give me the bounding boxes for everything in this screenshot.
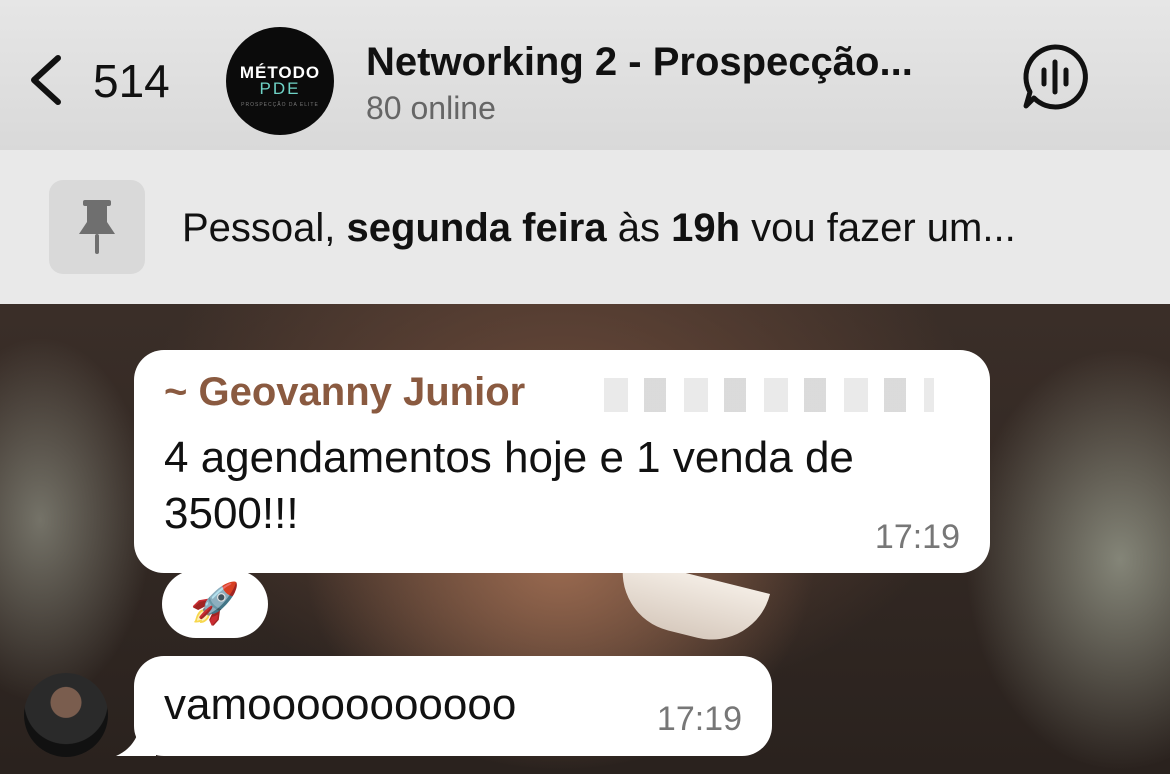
chevron-left-icon[interactable] [24, 50, 68, 110]
back-unread-count[interactable]: 514 [93, 54, 170, 108]
group-avatar-line2: PDE [259, 79, 301, 98]
group-avatar[interactable]: MÉTODO PDE PROSPECÇÃO DA ELITE [226, 27, 334, 135]
message-bubble[interactable]: vamooooooooooo 17:19 [134, 656, 772, 756]
message-bubble[interactable]: ~ Geovanny Junior 4 agendamentos hoje e … [134, 350, 990, 573]
online-status: 80 online [366, 90, 496, 126]
chat-title[interactable]: Networking 2 - Prospecção... [366, 40, 913, 85]
message-time: 17:19 [874, 518, 960, 556]
pinned-text-part: Pessoal, [182, 206, 347, 250]
message-time: 17:19 [656, 700, 742, 738]
pinned-message-text[interactable]: Pessoal, segunda feira às 19h vou fazer … [182, 206, 1016, 251]
message-text: 4 agendamentos hoje e 1 venda de 3500!!! [164, 433, 854, 538]
pinned-message-bar[interactable]: Pessoal, segunda feira às 19h vou fazer … [0, 150, 1170, 304]
pinned-text-part: às [606, 206, 672, 250]
sender-name[interactable]: ~ Geovanny Junior [164, 370, 525, 415]
reaction-badge[interactable]: 🚀 [162, 570, 268, 638]
voice-chat-icon[interactable] [1020, 42, 1090, 112]
pinned-text-part: vou fazer um... [740, 206, 1016, 250]
pinned-text-bold: segunda feira [346, 206, 607, 250]
pin-button[interactable] [49, 180, 145, 274]
group-avatar-line3: PROSPECÇÃO DA ELITE [241, 102, 319, 108]
avatar[interactable] [24, 673, 108, 757]
pinned-text-bold: 19h [671, 206, 741, 250]
message-text: vamooooooooooo [164, 680, 517, 729]
pin-icon [79, 200, 115, 254]
redacted-phone [604, 378, 934, 412]
chat-header: 514 MÉTODO PDE PROSPECÇÃO DA ELITE Netwo… [0, 0, 1170, 150]
